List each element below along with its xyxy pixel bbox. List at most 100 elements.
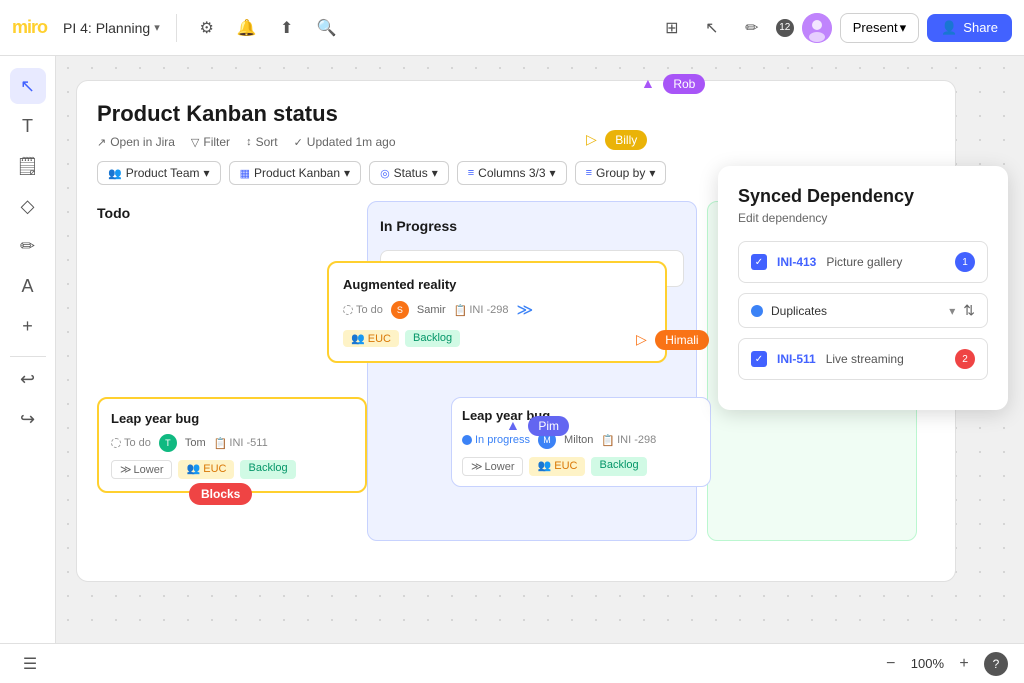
- topbar-divider-1: [176, 14, 177, 42]
- board-chevron-icon: ▾: [154, 21, 160, 34]
- euc-icon-2: 👥: [186, 463, 200, 475]
- apps-icon[interactable]: ⊞: [656, 12, 688, 44]
- redo-tool[interactable]: ↪: [10, 401, 46, 437]
- pages-icon[interactable]: ☰: [16, 650, 44, 678]
- euc-icon: 👥: [351, 333, 365, 345]
- euc-tag-3: 👥 EUC: [529, 457, 585, 476]
- canvas[interactable]: Product Kanban status ↗ Open in Jira ▽ F…: [56, 56, 1024, 643]
- panel-subtitle: Edit dependency: [738, 211, 988, 225]
- miro-logo: miro: [12, 17, 47, 38]
- topbar: miro PI 4: Planning ▾ ⚙ 🔔 ⬆ 🔍 ⊞ ↖ ✏ 12 P…: [0, 0, 1024, 56]
- jira-link[interactable]: ↗ Open in Jira: [97, 135, 175, 149]
- topbar-right: ⊞ ↖ ✏ 12 Present ▾ 👤 Share: [656, 12, 1012, 44]
- assignee-avatar: S: [391, 301, 409, 319]
- dep-connector[interactable]: Duplicates ▾ ⇅: [738, 293, 988, 328]
- inprogress-column: In Progress Checkout: [367, 201, 697, 541]
- text-tool[interactable]: T: [10, 108, 46, 144]
- rob-cursor-label: Rob: [663, 74, 705, 94]
- search-icon[interactable]: 🔍: [313, 14, 341, 42]
- leap-year-inprogress-meta: In progress M Milton 📋 INI -298: [462, 431, 700, 449]
- board-name: PI 4: Planning: [63, 20, 150, 36]
- dep-413-badge: 1: [955, 252, 975, 272]
- priority-icon: ≫: [517, 300, 534, 320]
- board-title-area[interactable]: PI 4: Planning ▾: [63, 20, 160, 36]
- zoom-level: 100%: [911, 656, 944, 671]
- add-tool[interactable]: +: [10, 308, 46, 344]
- lower-tag-2: ≫ Lower: [462, 457, 523, 476]
- pim-cursor-label: Pim: [528, 416, 569, 436]
- upload-icon[interactable]: ⬆: [273, 14, 301, 42]
- lower-icon: ≫: [120, 463, 132, 476]
- leap-year-todo-meta: To do T Tom 📋 INI -511: [111, 434, 353, 452]
- filter-product-team[interactable]: 👥 Product Team ▾: [97, 161, 221, 185]
- bell-icon[interactable]: 🔔: [233, 14, 261, 42]
- backlog-tag-2: Backlog: [240, 460, 295, 479]
- pen-icon[interactable]: ✏: [736, 12, 768, 44]
- chip-chevron-icon-2: ▾: [344, 166, 350, 180]
- leap-year-inprogress-card[interactable]: Leap year bug In progress M Milton 📋 INI…: [451, 397, 711, 487]
- sort-icon: ↕: [246, 136, 252, 148]
- dep-413-name: Picture gallery: [826, 255, 945, 269]
- filter-button[interactable]: ▽ Filter: [191, 135, 230, 149]
- euc-icon-3: 👥: [537, 460, 551, 472]
- leap-year-todo-card[interactable]: Leap year bug To do T Tom 📋 INI -511 ≫: [97, 397, 367, 493]
- euc-tag-2: 👥 EUC: [178, 460, 234, 479]
- pen-draw-tool[interactable]: ✏: [10, 228, 46, 264]
- bottombar: ☰ − 100% + ?: [0, 643, 1024, 683]
- zoom-in-button[interactable]: +: [952, 652, 976, 676]
- filter-columns[interactable]: ≡ Columns 3/3 ▾: [457, 161, 567, 185]
- ini-511: 📋 INI -511: [214, 437, 268, 450]
- dep-ini413[interactable]: ✓ INI-413 Picture gallery 1: [738, 241, 988, 283]
- undo-tool[interactable]: ↩: [10, 361, 46, 397]
- pim-cursor: ▲ Pim: [506, 416, 569, 436]
- ini-298: 📋 INI -298: [601, 434, 656, 447]
- shape-tool[interactable]: ◇: [10, 188, 46, 224]
- euc-tag: 👥 EUC: [343, 330, 399, 347]
- filter-product-kanban[interactable]: ▦ Product Kanban ▾: [229, 161, 362, 185]
- leap-year-todo-tags: ≫ Lower 👥 EUC Backlog: [111, 460, 353, 479]
- pim-cursor-arrow-icon: ▲: [506, 417, 520, 433]
- filter-group-by[interactable]: ≡ Group by ▾: [575, 161, 667, 185]
- billy-cursor-arrow-icon: ▷: [586, 131, 597, 147]
- check-icon: ✓: [294, 136, 303, 149]
- backlog-tag-3: Backlog: [591, 457, 646, 476]
- backlog-tag: Backlog: [405, 330, 460, 347]
- share-button[interactable]: 👤 Share: [927, 14, 1012, 42]
- card-title: Augmented reality: [343, 277, 651, 292]
- zoom-out-button[interactable]: −: [879, 652, 903, 676]
- himali-cursor-arrow-icon: ▷: [636, 331, 647, 347]
- cursor-icon[interactable]: ↖: [696, 12, 728, 44]
- dep-511-name: Live streaming: [826, 352, 945, 366]
- assignee-tom: Tom: [185, 437, 206, 449]
- filter-status[interactable]: ◎ Status ▾: [369, 161, 449, 185]
- lower-tag: ≫ Lower: [111, 460, 172, 479]
- status-icon: ◎: [380, 167, 390, 180]
- checkbox-511-icon: ✓: [751, 351, 767, 367]
- augmented-reality-card[interactable]: Augmented reality To do S Samir 📋 INI -2…: [327, 261, 667, 363]
- present-button[interactable]: Present ▾: [840, 13, 919, 43]
- note-tool[interactable]: 🗒: [10, 148, 46, 184]
- dep-type: Duplicates: [771, 304, 941, 318]
- inprogress-column-header: In Progress: [380, 214, 684, 238]
- board-header: Product Kanban status ↗ Open in Jira ▽ F…: [97, 101, 935, 149]
- help-button[interactable]: ?: [984, 652, 1008, 676]
- sort-button[interactable]: ↕ Sort: [246, 135, 278, 149]
- bottombar-right: − 100% + ?: [879, 652, 1008, 676]
- sort-arrows-icon[interactable]: ⇅: [963, 302, 975, 319]
- text-highlight-tool[interactable]: A: [10, 268, 46, 304]
- chip-chevron-icon: ▾: [204, 166, 210, 180]
- rob-cursor-arrow-icon: ▲: [641, 75, 655, 91]
- todo-status-icon: [343, 305, 353, 315]
- himali-cursor-label: Himali: [655, 330, 708, 350]
- rob-cursor: ▲ Rob: [641, 74, 705, 94]
- avatar[interactable]: [802, 13, 832, 43]
- todo-status-2-icon: [111, 438, 121, 448]
- notification-badge[interactable]: 12: [776, 19, 794, 37]
- chip-chevron-icon-5: ▾: [649, 166, 655, 180]
- team-icon: 👥: [108, 167, 122, 180]
- billy-cursor: ▷ Billy: [586, 130, 647, 150]
- present-chevron-icon: ▾: [900, 20, 907, 36]
- settings-icon[interactable]: ⚙: [193, 14, 221, 42]
- cursor-tool[interactable]: ↖: [10, 68, 46, 104]
- dep-ini511[interactable]: ✓ INI-511 Live streaming 2: [738, 338, 988, 380]
